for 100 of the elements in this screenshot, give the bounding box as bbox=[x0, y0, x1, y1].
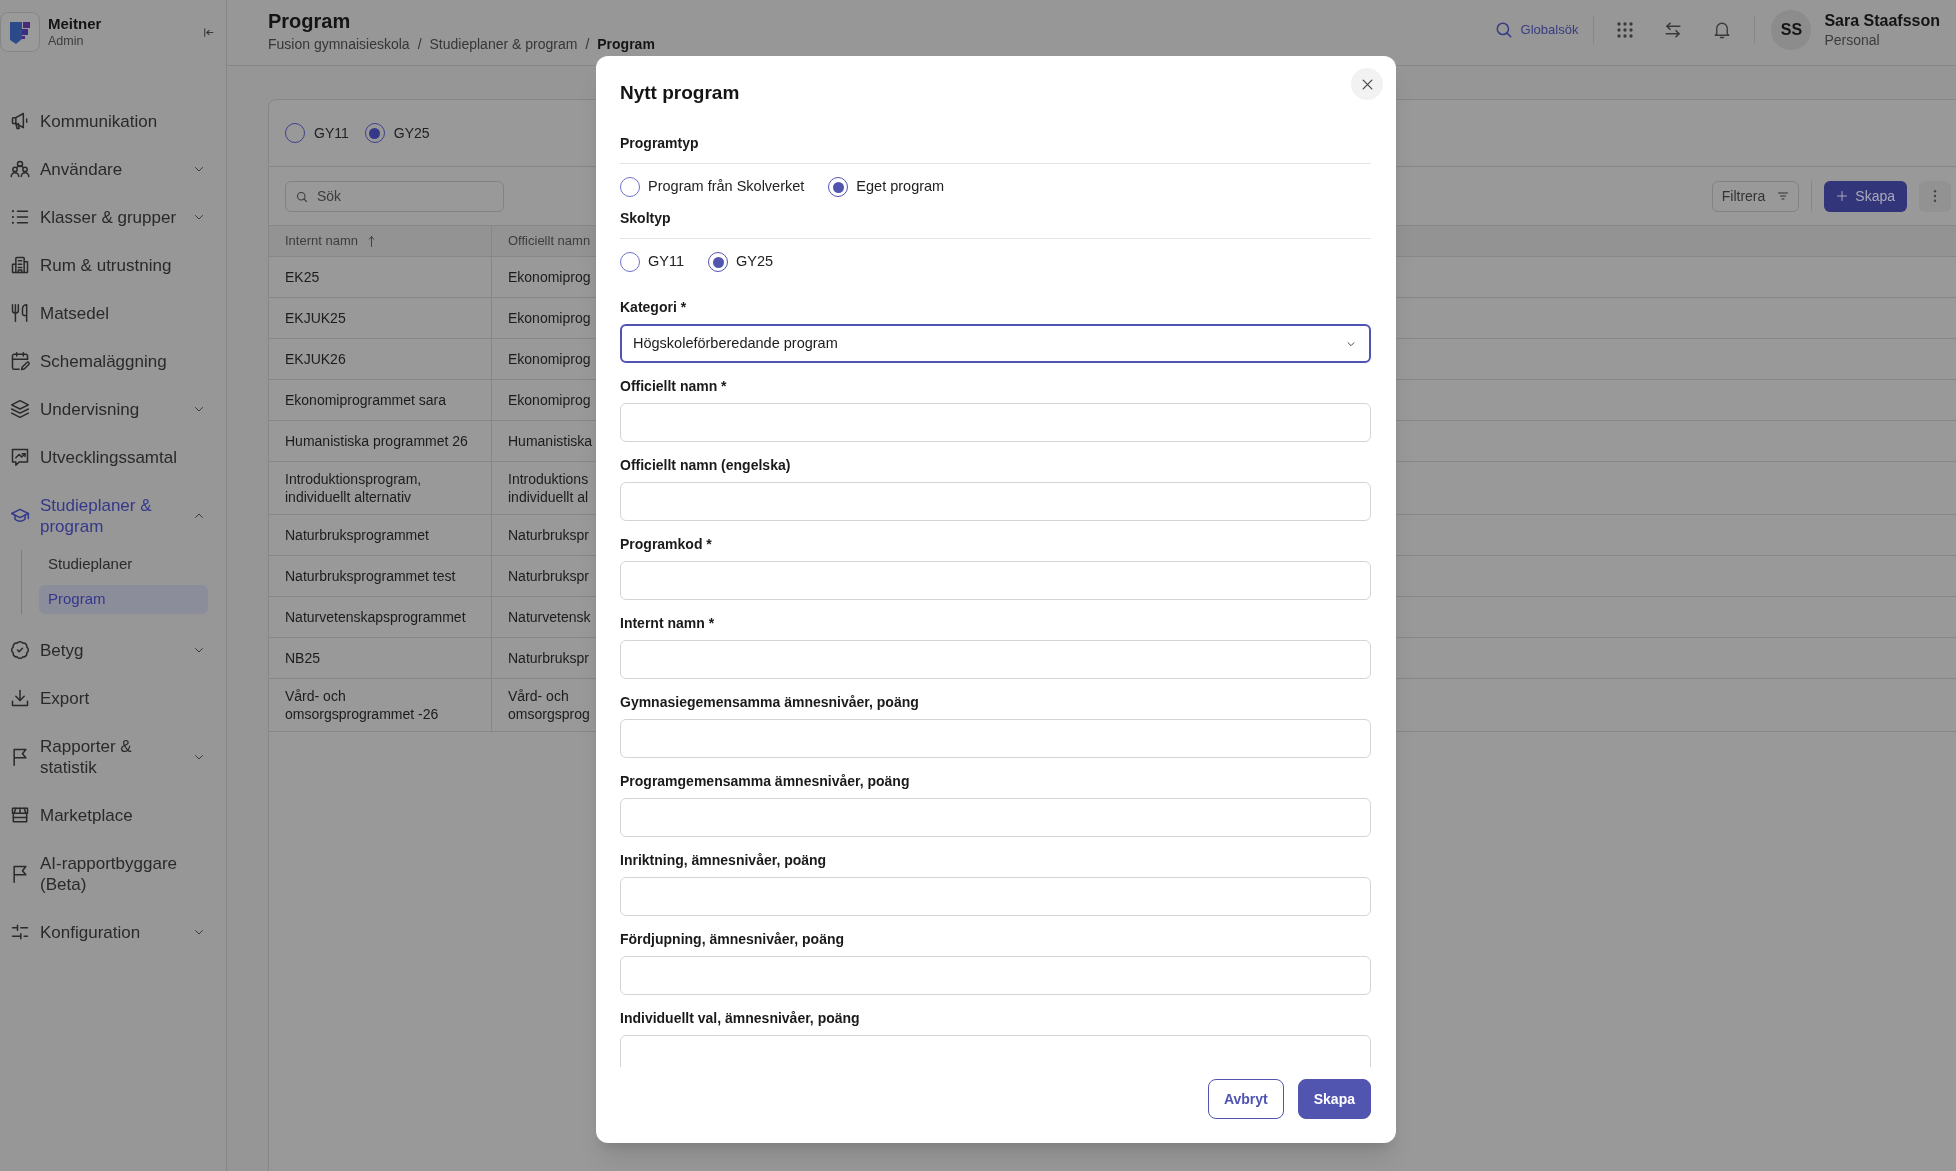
create-button[interactable]: Skapa bbox=[1824, 180, 1907, 212]
table-cell: Naturbruksprogrammet bbox=[269, 515, 492, 555]
nav-item[interactable]: Konfiguration bbox=[0, 908, 226, 956]
breadcrumb-separator: / bbox=[585, 35, 590, 54]
radio-label: GY25 bbox=[736, 252, 774, 272]
nav-subitem[interactable]: Program bbox=[39, 585, 208, 614]
nav-item[interactable]: Utvecklingssamtal bbox=[0, 433, 226, 481]
table-cell-text: Ekonomiprog bbox=[507, 309, 592, 328]
users-icon bbox=[10, 159, 30, 179]
user-role: Personal bbox=[1824, 31, 1881, 49]
section-heading: Programtyp bbox=[620, 134, 699, 153]
download-icon bbox=[10, 688, 30, 708]
text-field[interactable] bbox=[620, 640, 1371, 679]
radio-label: GY11 bbox=[648, 252, 684, 272]
nav-item[interactable]: Export bbox=[0, 674, 226, 722]
table-cell: EKJUK25 bbox=[269, 298, 492, 338]
nav-item[interactable]: Matsedel bbox=[0, 289, 226, 337]
text-field[interactable] bbox=[620, 877, 1371, 916]
nav-item[interactable]: Undervisning bbox=[0, 385, 226, 433]
table-cell-text: Ekonomiprog bbox=[507, 350, 592, 369]
breadcrumb-link[interactable]: Studieplaner & program bbox=[429, 34, 578, 54]
list-icon bbox=[10, 207, 30, 227]
table-cell: Ekonomiprogrammet sara bbox=[269, 380, 492, 420]
text-field[interactable] bbox=[620, 403, 1371, 442]
user-name: Sara Staafsson bbox=[1824, 11, 1940, 31]
global-search-button[interactable]: Globalsök bbox=[1494, 20, 1579, 40]
column-header[interactable]: Officiellt namn bbox=[492, 226, 596, 256]
search-icon bbox=[1494, 21, 1513, 39]
field-label: Programgemensamma ämnesnivåer, poäng bbox=[620, 772, 910, 791]
field-label: Officiellt namn * bbox=[620, 377, 727, 396]
nav-item[interactable]: Studieplaner & program bbox=[0, 481, 226, 550]
nav-item[interactable]: Användare bbox=[0, 145, 226, 193]
column-header[interactable]: Internt namn bbox=[269, 226, 492, 256]
table-cell: EK25 bbox=[269, 257, 492, 297]
collapse-sidebar-icon[interactable] bbox=[202, 25, 215, 39]
field-label: Officiellt namn (engelska) bbox=[620, 456, 791, 475]
table-cell-text: Naturbrukspr bbox=[507, 526, 590, 545]
badge-check-icon bbox=[10, 640, 30, 660]
text-field[interactable] bbox=[620, 956, 1371, 995]
radio-label: Program från Skolverket bbox=[648, 177, 805, 197]
field-label: Internt namn * bbox=[620, 614, 715, 633]
chart-board-icon bbox=[10, 447, 30, 467]
table-cell-text: Naturvetensk bbox=[507, 608, 592, 627]
brand-role: Admin bbox=[48, 33, 85, 49]
text-field[interactable] bbox=[620, 719, 1371, 758]
radio-label: Eget program bbox=[856, 177, 945, 197]
sliders-icon bbox=[10, 922, 30, 942]
table-cell: Naturbruksprogrammet test bbox=[269, 556, 492, 596]
radio-label: GY11 bbox=[314, 123, 349, 143]
nav-item[interactable]: Kommunikation bbox=[0, 97, 226, 145]
table-cell-text: Ekonomiprog bbox=[507, 268, 592, 287]
table-cell-text: Vård- och omsorgsprog bbox=[507, 687, 591, 724]
page-title: Program bbox=[268, 9, 351, 34]
avatar[interactable]: SS bbox=[1771, 10, 1812, 50]
layers-icon bbox=[10, 399, 30, 419]
breadcrumb-current: Program bbox=[597, 35, 655, 54]
field-label: Fördjupning, ämnesnivåer, poäng bbox=[620, 930, 845, 949]
brand-name: Meitner bbox=[48, 15, 102, 33]
nav-item[interactable]: Rapporter & statistik bbox=[0, 722, 226, 791]
calendar-pen-icon bbox=[10, 351, 30, 371]
table-cell: Humanistiska programmet 26 bbox=[269, 421, 492, 461]
search-field[interactable]: Sök bbox=[285, 180, 504, 212]
nav-item[interactable]: Rum & utrustning bbox=[0, 241, 226, 289]
field-label: Inriktning, ämnesnivåer, poäng bbox=[620, 851, 827, 870]
megaphone-icon bbox=[10, 111, 30, 131]
table-cell-text: Introduktions individuellt al bbox=[507, 470, 590, 507]
filter-button[interactable]: Filtrera bbox=[1711, 180, 1800, 212]
dots-vertical-icon bbox=[1933, 190, 1937, 202]
table-cell: Vård- och omsorgsprogrammet -26 bbox=[269, 679, 492, 731]
app-grid-icon[interactable] bbox=[1616, 21, 1635, 39]
cancel-button[interactable]: Avbryt bbox=[1207, 1079, 1284, 1119]
category-select[interactable]: Högskoleförberedande program bbox=[620, 324, 1371, 363]
search-icon bbox=[296, 190, 308, 203]
table-cell: EKJUK26 bbox=[269, 339, 492, 379]
table-cell: Naturvetenskapsprogrammet bbox=[269, 597, 492, 637]
breadcrumb-separator: / bbox=[417, 35, 422, 54]
submit-button[interactable]: Skapa bbox=[1297, 1079, 1371, 1119]
radio-label: GY25 bbox=[393, 123, 430, 143]
text-field[interactable] bbox=[620, 1035, 1371, 1067]
breadcrumb-link[interactable]: Fusion gymnaisieskola bbox=[268, 34, 410, 54]
nav-subitem[interactable]: Studieplaner bbox=[39, 550, 208, 579]
field-label: Programkod * bbox=[620, 535, 712, 554]
nav-item[interactable]: Schemaläggning bbox=[0, 337, 226, 385]
plus-icon bbox=[1836, 190, 1849, 202]
text-field[interactable] bbox=[620, 561, 1371, 600]
nav-item[interactable]: AI-rapportbyggare (Beta) bbox=[0, 839, 226, 908]
nav-item[interactable]: Marketplace bbox=[0, 791, 226, 839]
table-cell: NB25 bbox=[269, 638, 492, 678]
dialog-title: Nytt program bbox=[620, 81, 740, 105]
bell-icon[interactable] bbox=[1713, 20, 1732, 40]
filter-icon bbox=[1777, 190, 1790, 202]
field-label: Gymnasiegemensamma ämnesnivåer, poäng bbox=[620, 693, 919, 712]
store-icon bbox=[10, 805, 30, 825]
nav-item[interactable]: Betyg bbox=[0, 626, 226, 674]
flag-icon bbox=[10, 746, 30, 767]
flag-icon bbox=[10, 863, 30, 884]
text-field[interactable] bbox=[620, 798, 1371, 837]
text-field[interactable] bbox=[620, 482, 1371, 521]
nav-item[interactable]: Klasser & grupper bbox=[0, 193, 226, 241]
close-button[interactable] bbox=[1351, 68, 1383, 100]
